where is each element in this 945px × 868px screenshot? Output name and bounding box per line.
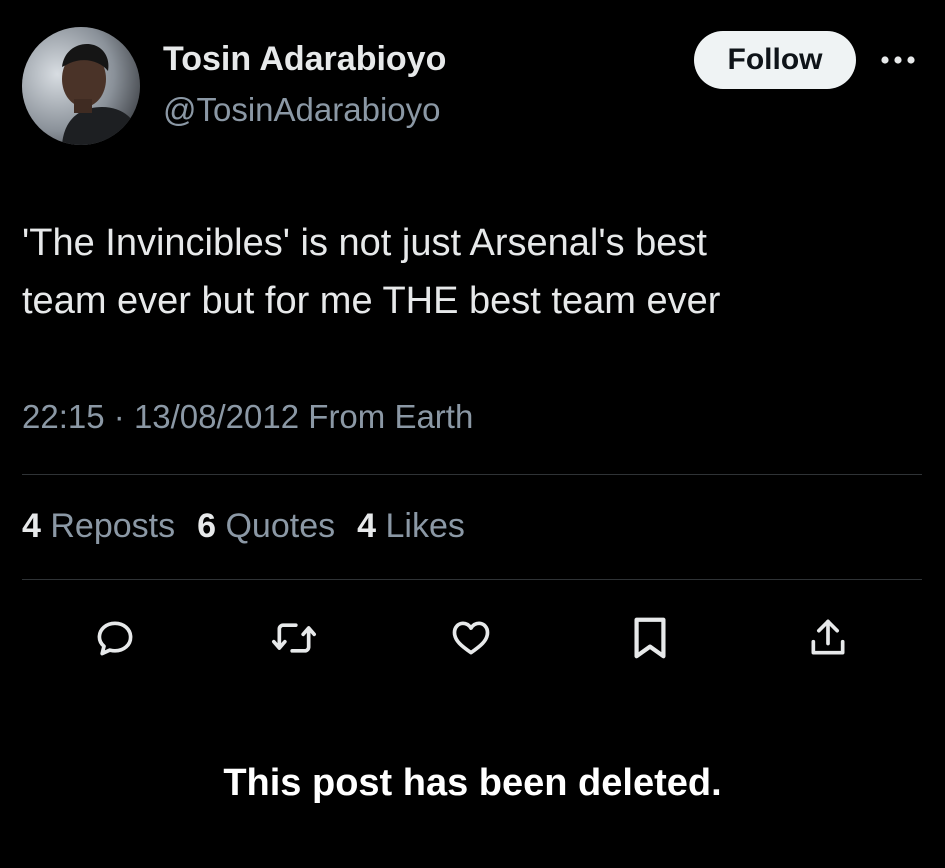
- post-time[interactable]: 22:15: [22, 398, 105, 435]
- follow-button[interactable]: Follow: [694, 31, 856, 89]
- repost-icon[interactable]: [268, 612, 320, 664]
- post-text-line: team ever but for me THE best team ever: [22, 280, 721, 322]
- avatar[interactable]: [22, 27, 140, 145]
- bookmark-icon[interactable]: [624, 612, 676, 664]
- post-stats: 4 Reposts 6 Quotes 4 Likes: [22, 507, 465, 546]
- post-text: 'The Invincibles' is not just Arsenal's …: [22, 214, 902, 330]
- divider: [22, 579, 922, 580]
- more-horizontal-icon[interactable]: [878, 40, 918, 80]
- post-meta: 22:15 · 13/08/2012 From Earth: [22, 398, 473, 436]
- action-bar: [0, 612, 945, 664]
- reposts-label: Reposts: [50, 507, 176, 545]
- share-icon[interactable]: [802, 612, 854, 664]
- author-handle[interactable]: @TosinAdarabioyo: [163, 91, 441, 129]
- author-name[interactable]: Tosin Adarabioyo: [163, 40, 446, 79]
- meta-separator: ·: [113, 398, 125, 435]
- post-text-line: 'The Invincibles' is not just Arsenal's …: [22, 222, 707, 264]
- post-source: From Earth: [308, 398, 474, 435]
- post-date[interactable]: 13/08/2012: [134, 398, 299, 435]
- likes-stat[interactable]: 4 Likes: [357, 507, 465, 546]
- deleted-notice: This post has been deleted.: [223, 762, 722, 804]
- divider: [22, 474, 922, 475]
- likes-count: 4: [357, 507, 377, 545]
- quotes-count: 6: [197, 507, 217, 545]
- reposts-stat[interactable]: 4 Reposts: [22, 507, 175, 546]
- likes-label: Likes: [385, 507, 465, 545]
- reply-icon[interactable]: [89, 612, 141, 664]
- reposts-count: 4: [22, 507, 41, 545]
- quotes-stat[interactable]: 6 Quotes: [197, 507, 335, 546]
- quotes-label: Quotes: [225, 507, 336, 545]
- profile-photo: [22, 27, 140, 145]
- like-icon[interactable]: [445, 612, 497, 664]
